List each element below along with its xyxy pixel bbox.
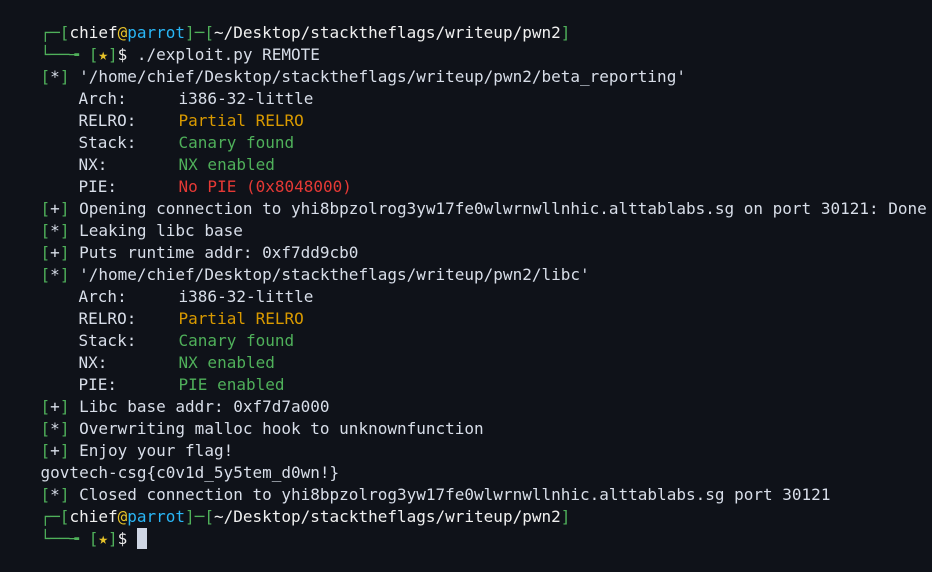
relro-line: RELRO: Partial RELRO — [40, 88, 304, 130]
terminal-window[interactable]: ┌─[chief@parrot]─[~/Desktop/stacktheflag… — [2, 0, 930, 549]
stack-line: Stack: Canary found — [40, 110, 295, 152]
libc-path-line: [*] '/home/chief/Desktop/stacktheflags/w… — [2, 242, 590, 284]
nx-line: NX: NX enabled — [40, 330, 275, 372]
prompt-star-open: [ — [88, 529, 99, 548]
flag-line: govtech-csg{c0v1d_5y5tem_d0wn!} — [2, 440, 340, 482]
prompt-corner-bottom: └──╼ — [40, 529, 89, 548]
pie-line: PIE: PIE enabled — [40, 352, 285, 394]
prompt-line-bottom: └──╼ [★]$ ./exploit.py REMOTE — [2, 22, 320, 64]
opening-connection-line: [+] Opening connection to yhi8bpzolrog3y… — [2, 176, 927, 218]
prompt-path: ~/Desktop/stacktheflags/writeup/pwn2 — [213, 507, 561, 526]
puts-line: [+] Puts runtime addr: 0xf7dd9cb0 — [2, 220, 359, 262]
arch-line: Arch: i386-32-little — [40, 66, 314, 108]
stack-line: Stack: Canary found — [40, 308, 295, 350]
prompt-dollar: $ — [117, 529, 128, 548]
leaking-line: [*] Leaking libc base — [2, 198, 243, 240]
star-icon: ★ — [98, 529, 108, 548]
overwriting-line: [*] Overwriting malloc hook to unknownfu… — [2, 396, 484, 438]
enjoy-line: [+] Enjoy your flag! — [2, 418, 234, 460]
prompt-star-close: ] — [107, 529, 118, 548]
prompt-bracket-close: ] — [560, 507, 571, 526]
prompt-line-top: ┌─[chief@parrot]─[~/Desktop/stacktheflag… — [2, 484, 571, 526]
pie-line: PIE: No PIE (0x8048000) — [40, 154, 352, 196]
prompt-input-line[interactable]: └──╼ [★]$ — [2, 506, 147, 549]
prompt-separator: ]─[ — [185, 507, 214, 526]
libc-base-line: [+] Libc base addr: 0xf7d7a000 — [2, 374, 330, 416]
terminal-cursor[interactable] — [136, 528, 147, 549]
binary-path-line: [*] '/home/chief/Desktop/stacktheflags/w… — [2, 44, 686, 86]
prompt-bracket-close: ] — [560, 23, 571, 42]
nx-line: NX: NX enabled — [40, 132, 275, 174]
prompt-line-top: ┌─[chief@parrot]─[~/Desktop/stacktheflag… — [2, 0, 571, 42]
relro-line: RELRO: Partial RELRO — [40, 286, 304, 328]
closed-connection-line: [*] Closed connection to yhi8bpzolrog3yw… — [2, 462, 831, 504]
arch-line: Arch: i386-32-little — [40, 264, 314, 306]
